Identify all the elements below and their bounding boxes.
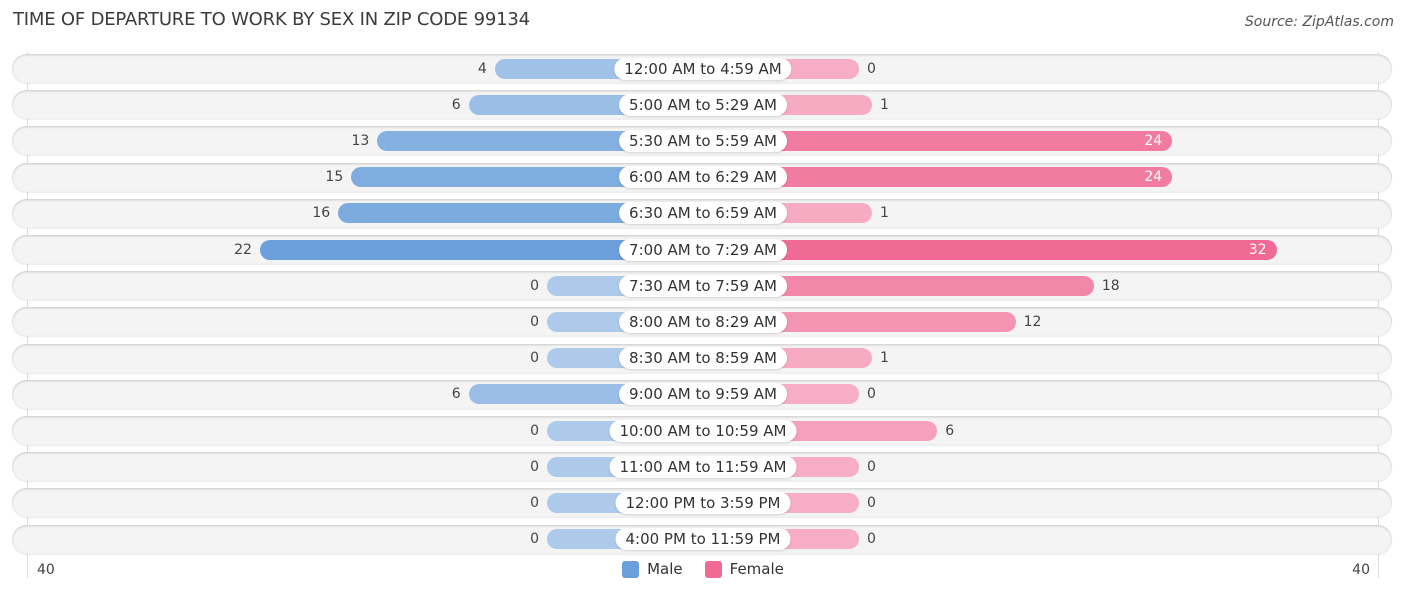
source-label: Source: ZipAtlas.com <box>1244 14 1394 30</box>
legend: Male Female <box>0 560 1406 578</box>
bar-female[interactable] <box>703 239 1277 260</box>
value-label-female: 24 <box>1144 169 1163 186</box>
category-label: 12:00 PM to 3:59 PM <box>615 491 791 514</box>
category-label: 7:30 AM to 7:59 AM <box>619 274 787 297</box>
category-label: 7:00 AM to 7:29 AM <box>619 238 787 261</box>
value-label-male: 0 <box>530 458 539 475</box>
value-label-female: 12 <box>1023 313 1042 330</box>
category-label: 6:00 AM to 6:29 AM <box>619 166 787 189</box>
value-label-male: 13 <box>351 132 370 149</box>
legend-label-male: Male <box>647 560 683 578</box>
value-label-male: 0 <box>530 313 539 330</box>
category-label: 8:00 AM to 8:29 AM <box>619 310 787 333</box>
value-label-male: 6 <box>451 96 461 113</box>
category-label: 8:30 AM to 8:59 AM <box>619 347 787 370</box>
value-label-male: 0 <box>530 494 539 511</box>
female-swatch-icon <box>704 560 722 578</box>
value-label-female: 0 <box>867 60 876 77</box>
value-label-male: 15 <box>325 169 344 186</box>
value-label-male: 0 <box>530 350 539 367</box>
value-label-female: 6 <box>945 422 955 439</box>
category-label: 9:00 AM to 9:59 AM <box>619 383 787 406</box>
value-label-male: 4 <box>477 60 487 77</box>
value-label-female: 1 <box>880 205 889 222</box>
category-label: 10:00 AM to 10:59 AM <box>609 419 797 442</box>
category-label: 6:30 AM to 6:59 AM <box>619 202 787 225</box>
value-label-male: 0 <box>530 277 539 294</box>
value-label-female: 0 <box>867 531 876 548</box>
value-label-female: 0 <box>867 386 876 403</box>
value-label-female: 24 <box>1144 132 1163 149</box>
value-label-female: 18 <box>1101 277 1120 294</box>
value-label-female: 1 <box>880 350 889 367</box>
legend-item-male[interactable]: Male <box>622 560 683 578</box>
value-label-male: 0 <box>530 422 539 439</box>
legend-item-female[interactable]: Female <box>704 560 784 578</box>
legend-label-female: Female <box>729 560 784 578</box>
category-label: 11:00 AM to 11:59 AM <box>609 455 797 478</box>
value-label-male: 22 <box>234 241 252 258</box>
value-label-female: 32 <box>1248 241 1267 258</box>
value-label-male: 16 <box>312 205 331 222</box>
chart-title: TIME OF DEPARTURE TO WORK BY SEX IN ZIP … <box>13 9 530 30</box>
value-label-female: 0 <box>867 458 876 475</box>
male-swatch-icon <box>622 560 640 578</box>
category-label: 5:00 AM to 5:29 AM <box>619 93 787 116</box>
value-label-female: 1 <box>880 96 889 113</box>
value-label-female: 0 <box>867 494 876 511</box>
value-label-male: 0 <box>530 531 539 548</box>
category-label: 12:00 AM to 4:59 AM <box>614 57 792 80</box>
category-label: 5:30 AM to 5:59 AM <box>619 129 787 152</box>
value-label-male: 6 <box>451 386 461 403</box>
category-label: 4:00 PM to 11:59 PM <box>615 528 791 551</box>
